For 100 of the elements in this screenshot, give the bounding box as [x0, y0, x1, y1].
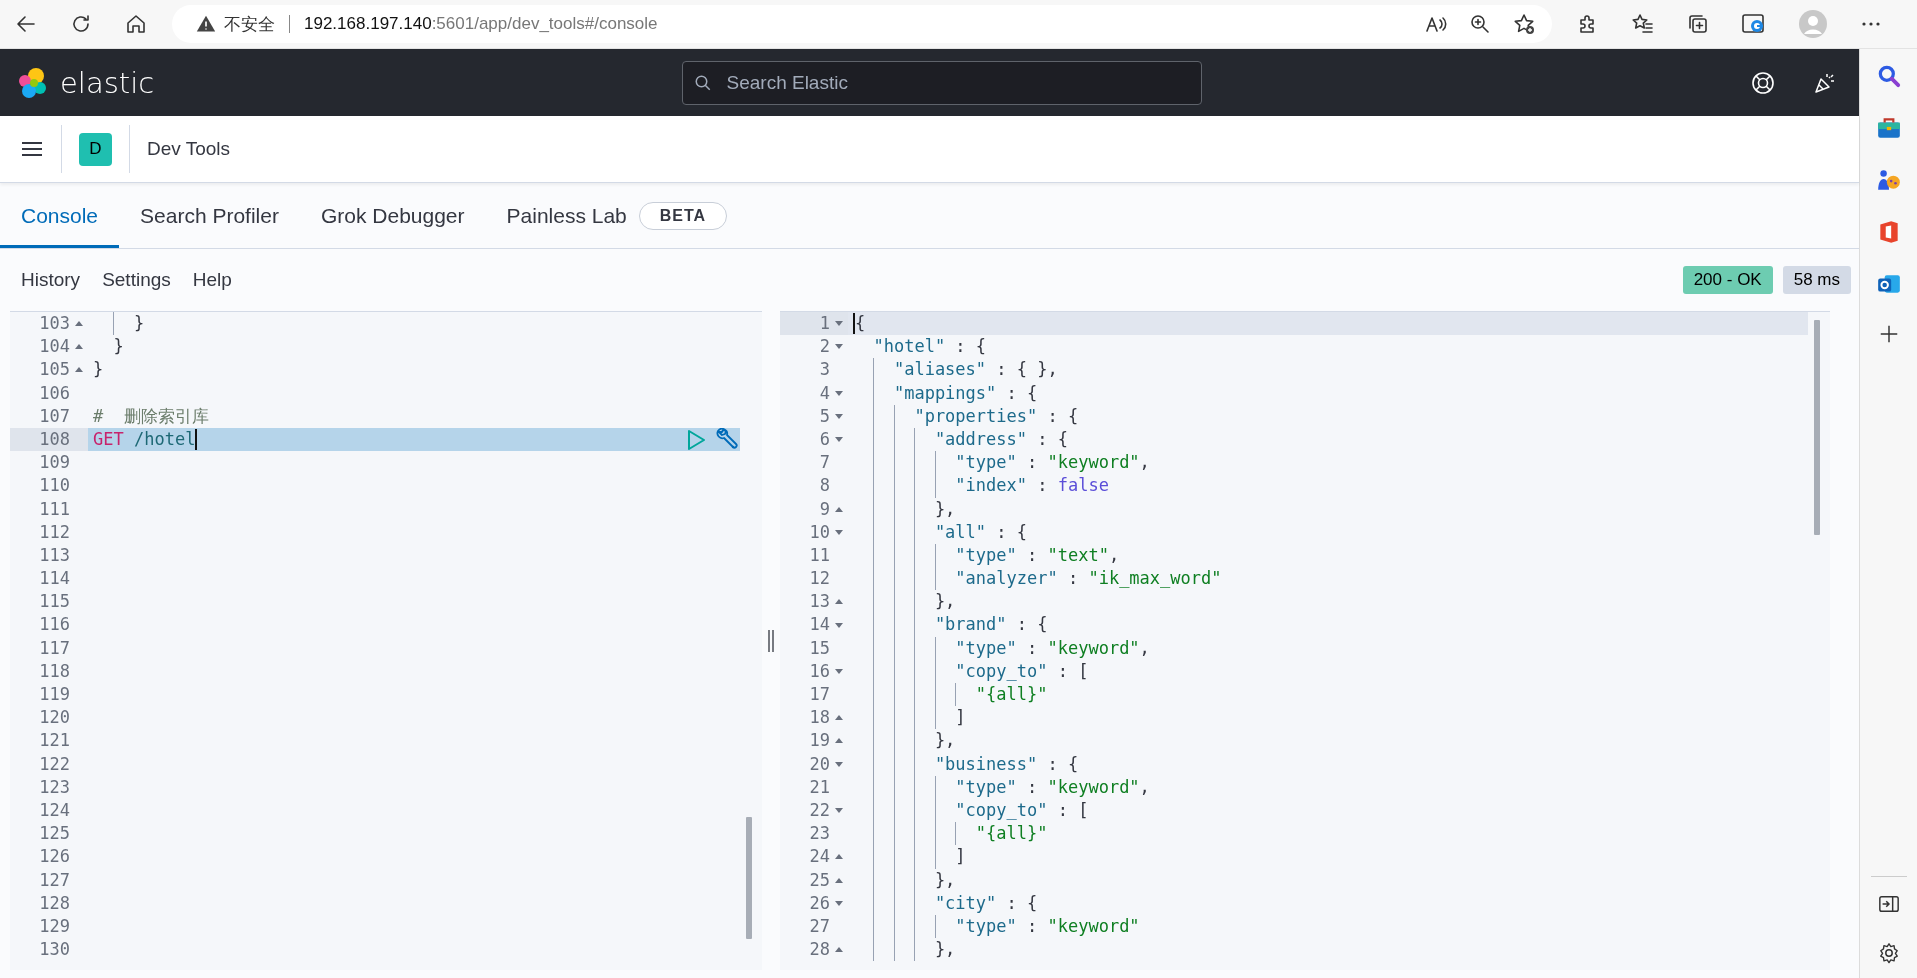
toolbar-link[interactable]: History [21, 269, 81, 291]
line-number: 120 [39, 706, 70, 730]
space-avatar[interactable]: D [79, 132, 112, 166]
code-line: "city" : { [853, 891, 1038, 915]
line-number: 9 [819, 497, 830, 521]
fold-caret-icon[interactable] [835, 900, 843, 906]
fold-caret-icon[interactable] [835, 529, 843, 535]
fold-caret-icon[interactable] [75, 367, 83, 373]
code-line: "copy_to" : [ [853, 659, 1089, 683]
line-number: 112 [39, 520, 70, 544]
text-cursor [853, 313, 855, 335]
code-line: { [853, 312, 866, 336]
tab[interactable]: Console [0, 183, 120, 248]
line-number: 10 [809, 520, 830, 544]
fold-caret-icon[interactable] [835, 715, 843, 721]
code-line: "business" : { [853, 752, 1079, 776]
security-label[interactable]: 不安全 [224, 12, 275, 36]
code-line: }, [853, 497, 956, 521]
fold-caret-icon[interactable] [75, 344, 83, 350]
line-number: 5 [819, 404, 830, 428]
fold-caret-icon[interactable] [835, 668, 843, 674]
code-line: "hotel" : { [872, 335, 987, 359]
fold-caret-icon[interactable] [75, 321, 83, 327]
fold-caret-icon[interactable] [835, 599, 843, 605]
wrench-icon[interactable] [714, 427, 738, 452]
fold-caret-icon[interactable] [835, 321, 843, 327]
code-line: "index" : false [853, 474, 1109, 498]
zoom-in-icon[interactable] [1468, 12, 1492, 36]
line-number: 113 [39, 543, 70, 567]
line-number: 15 [809, 636, 830, 660]
line-number: 25 [809, 868, 830, 892]
code-line: "type" : "text", [853, 543, 1120, 568]
line-number: 17 [809, 683, 830, 706]
code-line: ] [853, 845, 966, 869]
fold-caret-icon[interactable] [835, 390, 843, 396]
line-number: 117 [39, 636, 70, 660]
line-number: 24 [809, 845, 830, 869]
fold-caret-icon[interactable] [835, 506, 843, 512]
line-number: 127 [39, 868, 70, 892]
fold-caret-icon[interactable] [835, 947, 843, 953]
code-line: }, [853, 729, 956, 753]
fold-caret-icon[interactable] [835, 854, 843, 860]
fold-caret-icon[interactable] [835, 413, 843, 419]
fold-caret-icon[interactable] [835, 738, 843, 744]
beta-badge: BETA [638, 201, 728, 230]
line-number: 6 [819, 427, 830, 451]
line-number: 4 [819, 381, 830, 405]
line-number: 124 [39, 798, 70, 822]
address-bar[interactable]: 不安全 192.168.197.140:5601/app/dev_tools#/console [172, 5, 1552, 43]
url-text[interactable]: 192.168.197.140:5601/app/dev_tools#/console [304, 14, 658, 34]
code-comment: # 删除索引库 [93, 404, 209, 428]
logo-text[interactable]: elastic [60, 65, 155, 100]
breadcrumb-title: Dev Tools [147, 138, 231, 160]
line-number: 13 [809, 590, 830, 614]
settings-icon[interactable] [1877, 942, 1900, 964]
tab[interactable]: Search Profiler [119, 183, 300, 248]
fold-caret-icon[interactable] [835, 877, 843, 883]
add-favorite-icon[interactable] [1512, 12, 1536, 36]
games-icon[interactable] [1875, 167, 1902, 193]
browser-logo-icon[interactable] [1741, 12, 1767, 36]
line-number: 130 [39, 938, 70, 962]
warning-icon[interactable] [196, 14, 216, 34]
code-line: "address" : { [853, 427, 1068, 452]
code-line: "aliases" : { }, [853, 358, 1058, 382]
code-line: }, [853, 868, 956, 892]
fold-caret-icon[interactable] [835, 437, 843, 443]
tab[interactable]: Grok Debugger [299, 183, 486, 248]
line-number: 23 [809, 822, 830, 846]
line-number: 126 [39, 845, 70, 869]
code-line: } [112, 335, 124, 359]
line-number: 2 [819, 335, 830, 359]
line-number: 128 [39, 891, 70, 915]
line-number: 111 [39, 497, 70, 521]
line-number: 27 [809, 914, 830, 938]
collections-icon[interactable] [1686, 12, 1710, 36]
line-number: 28 [809, 938, 830, 962]
code-line: "copy_to" : [ [853, 798, 1089, 823]
favorites-icon[interactable] [1631, 12, 1655, 36]
line-number: 16 [809, 659, 830, 683]
line-number: 7 [819, 451, 830, 475]
fold-caret-icon[interactable] [835, 761, 843, 767]
scrollbar[interactable] [1814, 320, 1820, 535]
help-icon[interactable] [1751, 70, 1775, 95]
scrollbar[interactable] [746, 817, 752, 939]
panel-icon[interactable] [1877, 893, 1900, 915]
code-line: } [93, 312, 145, 336]
search-field[interactable]: Search Elastic [681, 60, 1202, 105]
fold-caret-icon[interactable] [835, 622, 843, 628]
resize-handle-icon[interactable] [767, 629, 775, 652]
toolbar-link[interactable]: Settings [102, 269, 171, 291]
line-number: 18 [809, 706, 830, 730]
code-editor[interactable]: 103 } 104 } 105 } 106 107 # 删除索引库 108 GET /hotel 109 110 111 112 113 114 115 116 117 118 119 120 121 122 123 124 125 126 127 128 129 130 [10, 312, 762, 970]
home-icon[interactable] [124, 12, 148, 36]
tab[interactable]: Painless Lab BETA [485, 183, 749, 248]
briefcase-icon[interactable] [1875, 115, 1902, 141]
fold-caret-icon[interactable] [835, 808, 843, 814]
fold-caret-icon[interactable] [835, 344, 843, 350]
toolbar-link[interactable]: Help [192, 269, 232, 291]
line-number: 129 [39, 914, 70, 938]
line-number: 1 [819, 312, 830, 335]
